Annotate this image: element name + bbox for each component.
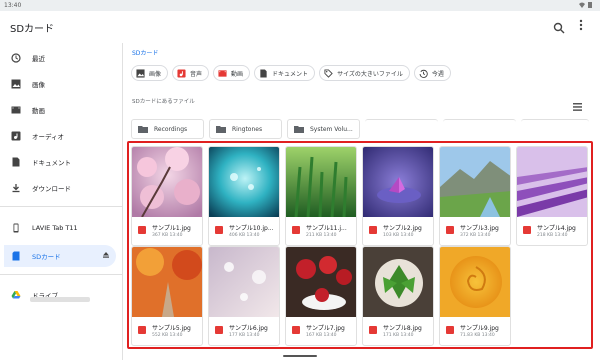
sdcard-icon: [11, 251, 21, 261]
clock-icon: [11, 53, 21, 63]
sidebar-divider: [0, 206, 122, 207]
sidebar-item-label: ダウンロード: [32, 185, 71, 193]
sidebar-item-videos[interactable]: 動画: [4, 99, 116, 121]
chip-large-files[interactable]: サイズの大きいファイル: [319, 65, 410, 81]
app-title: SDカード: [10, 24, 55, 35]
sidebar-item-recent[interactable]: 最近: [4, 47, 116, 69]
sidebar-item-documents[interactable]: ドキュメント: [4, 151, 116, 173]
highlight-box: [127, 141, 593, 349]
chip-label: 音声: [190, 70, 203, 78]
sidebar-item-label: LAVIE Tab T11: [32, 224, 78, 232]
filter-chips: 画像 音声 動画 ドキュメント サイズの大きいファイル 今週: [131, 65, 451, 81]
chip-documents[interactable]: ドキュメント: [254, 65, 316, 81]
chip-label: 動画: [231, 70, 244, 78]
search-icon: [553, 22, 565, 34]
tablet-icon: [11, 223, 21, 233]
eject-icon[interactable]: [102, 251, 110, 259]
chip-label: サイズの大きいファイル: [337, 70, 403, 78]
folder-name: Recordings: [154, 125, 188, 133]
folder-icon: [138, 126, 148, 133]
drive-icon: [11, 290, 21, 300]
image-icon: [11, 79, 21, 89]
chip-videos[interactable]: 動画: [213, 65, 251, 81]
audio-icon: [11, 131, 21, 141]
sidebar-item-label: 動画: [32, 107, 45, 115]
more-options-button[interactable]: [577, 19, 585, 33]
download-icon: [11, 183, 21, 193]
document-icon: [11, 157, 21, 167]
sidebar-divider: [0, 274, 122, 275]
sidebar-item-sdcard[interactable]: SDカード: [4, 245, 116, 267]
chip-label: 画像: [149, 70, 162, 78]
wifi-battery-icon: [579, 2, 592, 8]
list-view-button[interactable]: [573, 96, 582, 111]
app-bar: SDカード: [0, 11, 600, 43]
more-vert-icon: [579, 19, 583, 31]
folder-item[interactable]: [365, 119, 438, 139]
drive-account-placeholder: [30, 297, 90, 302]
sidebar-item-label: SDカード: [32, 253, 61, 261]
image-icon: [136, 68, 145, 78]
status-bar: 13:40: [0, 0, 600, 11]
search-button[interactable]: [553, 19, 565, 34]
chip-label: 今週: [431, 70, 444, 78]
folder-item[interactable]: Ringtones: [209, 119, 282, 139]
folder-item[interactable]: Recordings: [131, 119, 204, 139]
video-icon: [218, 69, 227, 78]
sidebar-item-drive[interactable]: ドライブ: [4, 284, 116, 306]
chip-label: ドキュメント: [272, 70, 309, 78]
status-time: 13:40: [4, 2, 22, 9]
folder-icon: [216, 126, 226, 133]
folder-icon: [294, 126, 304, 133]
folder-item[interactable]: [521, 119, 589, 139]
navigation-drawer: 最近 画像 動画 オーディオ ドキュメント ダウンロード LAVIE Tab T…: [0, 43, 122, 360]
chip-images[interactable]: 画像: [131, 65, 169, 81]
section-title: SDカードにあるファイル: [132, 99, 195, 105]
video-icon: [11, 105, 21, 115]
audio-icon: [177, 68, 186, 78]
document-icon: [259, 68, 268, 78]
history-icon: [419, 69, 428, 78]
sidebar-item-label: 画像: [32, 81, 45, 89]
list-view-icon: [573, 103, 582, 111]
chip-this-week[interactable]: 今週: [413, 65, 451, 81]
folder-item[interactable]: System Volu...: [287, 119, 360, 139]
gesture-bar[interactable]: [283, 355, 317, 357]
sidebar-item-label: ドキュメント: [32, 159, 71, 167]
sidebar-item-label: オーディオ: [32, 133, 65, 141]
chip-audio[interactable]: 音声: [172, 65, 210, 81]
folder-item[interactable]: [443, 119, 516, 139]
tag-icon: [324, 68, 333, 78]
sidebar-item-images[interactable]: 画像: [4, 73, 116, 95]
sidebar-item-label: 最近: [32, 55, 45, 63]
folder-name: System Volu...: [310, 125, 353, 133]
sidebar-item-downloads[interactable]: ダウンロード: [4, 177, 116, 199]
sidebar-item-device[interactable]: LAVIE Tab T11: [4, 217, 116, 239]
breadcrumb[interactable]: SDカード: [132, 48, 158, 57]
sidebar-item-audio[interactable]: オーディオ: [4, 125, 116, 147]
folder-name: Ringtones: [232, 125, 263, 133]
status-icons: [578, 1, 594, 11]
